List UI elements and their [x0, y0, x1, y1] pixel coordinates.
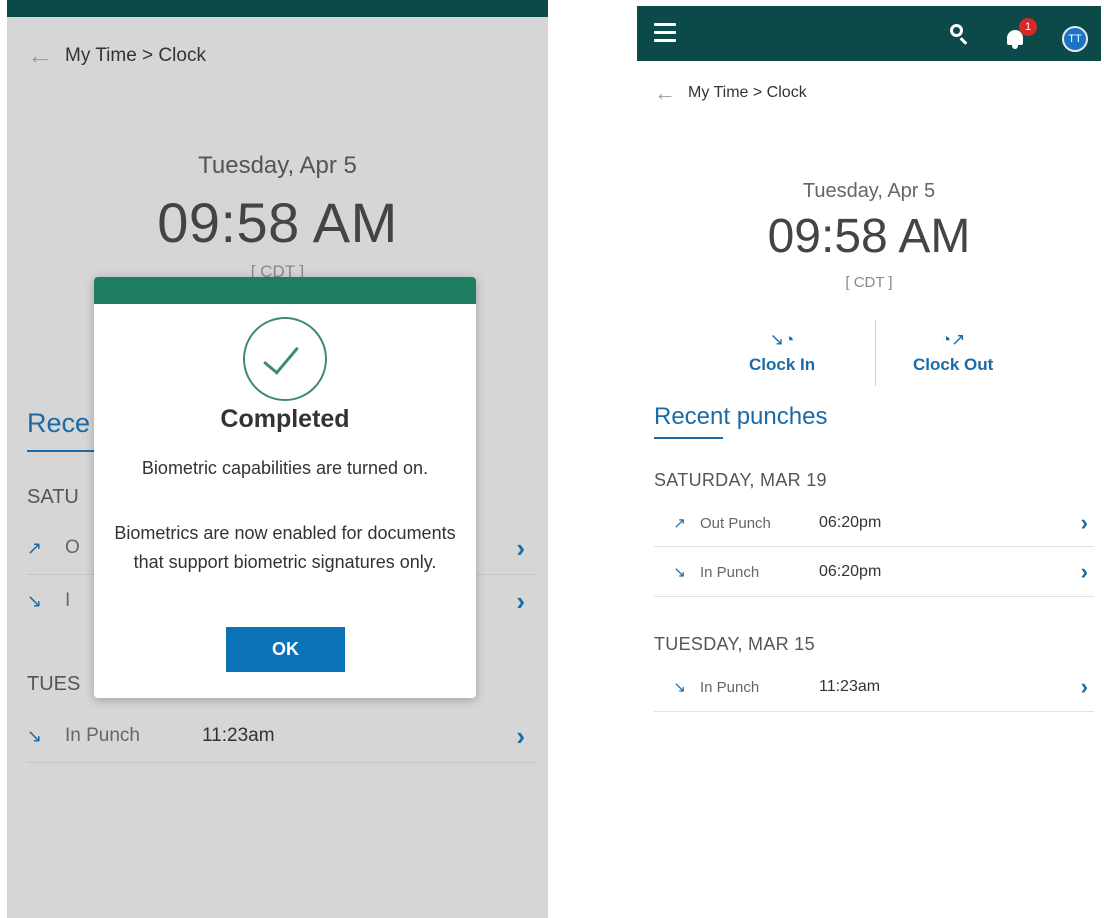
punch-type: In Punch — [65, 725, 140, 746]
punch-time: 11:23am — [202, 725, 275, 746]
row-divider — [654, 596, 1094, 597]
clock-in-icon: ↘ — [673, 679, 686, 696]
dialog-header-bar — [94, 277, 476, 304]
breadcrumb: ← My Time > Clock — [654, 80, 807, 106]
arrow-left-icon[interactable]: ← — [654, 80, 676, 106]
chevron-right-icon[interactable]: › — [516, 721, 525, 752]
notification-badge: 1 — [1019, 18, 1037, 36]
clock-out-label: Clock Out — [913, 355, 994, 374]
punch-type: In Punch — [700, 678, 760, 696]
clock-in-icon: ↘ — [27, 725, 43, 746]
day-header: SATU — [27, 486, 79, 508]
current-time: 09:58 AM — [157, 191, 398, 254]
dialog-message: Biometric capabilities are turned on. — [141, 458, 429, 478]
day-header: SATURDAY, MAR 19 — [654, 470, 827, 490]
clock-in-label: Clock In — [749, 355, 816, 374]
current-date: Tuesday, Apr 5 — [198, 152, 357, 179]
left-screen: ← My Time > Clock Tuesday, Apr 5 09:58 A… — [7, 0, 548, 918]
row-divider — [654, 711, 1094, 712]
recent-punches-heading: Rece — [27, 408, 91, 438]
recent-punches-heading: Recent punches — [654, 403, 828, 430]
clock-in-button[interactable]: ↘◔ Clock In — [749, 330, 815, 375]
avatar[interactable]: TT — [1062, 26, 1088, 52]
heading-underline — [654, 437, 723, 439]
hamburger-menu-icon[interactable] — [654, 23, 676, 43]
clock-in-icon: ↘ — [27, 590, 43, 611]
current-time: 09:58 AM — [767, 210, 971, 263]
row-divider — [654, 546, 1094, 547]
punch-time: 06:20pm — [819, 514, 882, 531]
breadcrumb: ← My Time > Clock — [27, 40, 206, 71]
dialog-message: Biometrics are now enabled for documents… — [114, 523, 456, 572]
punch-time: 06:20pm — [819, 563, 882, 580]
clock-in-icon: ↘ — [673, 564, 686, 581]
current-date: Tuesday, Apr 5 — [802, 180, 936, 202]
day-header: TUESDAY, MAR 15 — [654, 634, 815, 654]
chevron-right-icon[interactable]: › — [1081, 674, 1088, 700]
top-app-bar: 1 TT — [637, 6, 1101, 61]
punch-row[interactable]: ↘ In Punch 11:23am › — [654, 664, 1094, 710]
action-divider — [875, 320, 876, 386]
clock-out-button[interactable]: ◔↗ Clock Out — [913, 330, 993, 375]
clock-out-icon: ↗ — [673, 515, 686, 532]
heading-underline — [27, 450, 101, 452]
chevron-right-icon[interactable]: › — [516, 586, 525, 617]
completion-dialog: Completed Biometric capabilities are tur… — [94, 277, 476, 698]
punch-row[interactable]: ↗ Out Punch 06:20pm › — [654, 500, 1094, 546]
checkmark-circle-icon — [243, 317, 327, 401]
chevron-right-icon[interactable]: › — [1081, 510, 1088, 536]
breadcrumb-text[interactable]: My Time > Clock — [65, 45, 206, 67]
chevron-right-icon[interactable]: › — [1081, 559, 1088, 585]
punch-type: O — [65, 537, 80, 558]
punch-type: Out Punch — [700, 514, 771, 532]
punch-time: 11:23am — [819, 678, 881, 695]
clock-out-icon: ↗ — [27, 537, 43, 558]
punch-type: In Punch — [700, 563, 760, 581]
day-header: TUES — [27, 673, 81, 695]
search-icon[interactable] — [950, 24, 970, 45]
clock-out-icon: ◔↗ — [940, 330, 966, 349]
row-divider — [27, 762, 537, 763]
punch-row[interactable]: ↘ In Punch 11:23am › — [27, 713, 537, 759]
dialog-title: Completed — [220, 405, 350, 433]
right-screen: 1 TT ← My Time > Clock Tuesday, Apr 5 09… — [637, 0, 1101, 918]
punch-row[interactable]: ↘ In Punch 06:20pm › — [654, 549, 1094, 595]
punch-type: I — [65, 590, 71, 611]
chevron-right-icon[interactable]: › — [516, 533, 525, 564]
arrow-left-icon[interactable]: ← — [27, 40, 53, 71]
breadcrumb-text[interactable]: My Time > Clock — [688, 84, 807, 102]
clock-in-icon: ↘◔ — [769, 330, 795, 349]
ok-button[interactable]: OK — [226, 627, 345, 672]
timezone-label: [ CDT ] — [845, 274, 893, 291]
top-app-bar — [7, 0, 548, 17]
